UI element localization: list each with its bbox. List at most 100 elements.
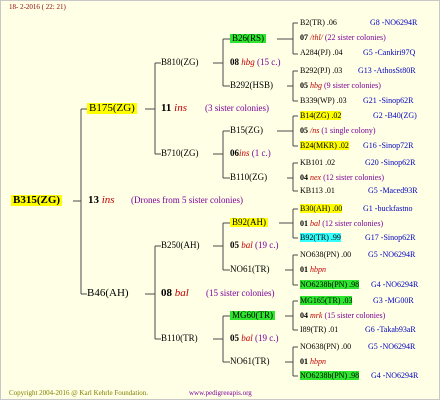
g4-queen[interactable]: B24(MKR) .02 — [300, 141, 349, 150]
g4-queen[interactable]: B292(PJ) .03 — [300, 66, 342, 75]
g2-ins-3: bal — [241, 240, 253, 250]
g1-queen-1[interactable]: B175(ZG) — [87, 103, 137, 114]
g2-queen-3[interactable]: B250(AH) — [161, 241, 200, 250]
g4-lineage-1: G8 -NO6294R — [370, 18, 418, 27]
g1-queen-2[interactable]: B46(AH) — [87, 288, 129, 299]
g3-queen-7[interactable]: MG60(TR) — [230, 311, 275, 320]
g4-row-6: B339(WP) .03 — [300, 97, 347, 105]
g3-queen-3[interactable]: B15(ZG) — [230, 126, 263, 135]
g4-count: 04 — [300, 173, 308, 182]
g4-row-17: 01 hbpn — [300, 266, 326, 274]
g4-queen[interactable]: B2(TR) .06 — [300, 18, 337, 27]
g4-note: (22 sister colonies) — [324, 33, 386, 42]
g1-count-2: 08 — [161, 287, 172, 299]
g3-queen-2[interactable]: B292(HSB) — [230, 81, 273, 90]
g4-queen[interactable]: KB113 .01 — [300, 186, 335, 195]
g4-row-23: 01 hbpn — [300, 358, 326, 366]
g4-note: (15 sister colonies) — [324, 311, 386, 320]
footer-url[interactable]: www.pedigreeapis.org — [189, 390, 252, 397]
g4-note: (1 single colony) — [321, 126, 376, 135]
g4-ins: bal — [310, 219, 321, 228]
g4-count: 05 — [300, 126, 308, 135]
g4-ins: mrk — [310, 311, 323, 320]
g1-count-1: 11 — [161, 102, 172, 114]
g2-queen-1[interactable]: B810(ZG) — [161, 58, 199, 67]
root-queen[interactable]: B315(ZG) — [11, 195, 63, 206]
g4-row-9: B24(MKR) .02 — [300, 141, 349, 150]
g4-queen[interactable]: I89(TR) .01 — [300, 325, 338, 334]
g2-count-1: 08 — [230, 57, 239, 67]
g4-queen[interactable]: NO6238b(PN) .98 — [300, 371, 360, 380]
g2-count-2: 06 — [230, 148, 239, 158]
g4-lineage-13: G1 -buckfastno — [363, 204, 413, 213]
g1-ins-2: bal — [174, 287, 189, 299]
g4-queen[interactable]: KB101 .02 — [300, 158, 335, 167]
g2-queen-2[interactable]: B710(ZG) — [161, 149, 199, 158]
g4-lineage-18: G4 -NO6294R — [371, 280, 419, 289]
g4-row-15: B92(TR) .99 — [300, 233, 341, 242]
g2-info-4: 05 bal (19 c.) — [230, 334, 279, 343]
g4-ins: hbpn — [310, 265, 326, 274]
g3-queen-6[interactable]: NO61(TR) — [230, 265, 270, 274]
g4-count: 05 — [300, 81, 308, 90]
g4-row-14: 01 bal (12 sister colonies) — [300, 220, 383, 228]
g4-queen[interactable]: NO638(PN) .00 — [300, 250, 351, 259]
g2-ins-2: ins — [239, 148, 250, 158]
g3-queen-4[interactable]: B110(ZG) — [230, 173, 267, 182]
g4-lineage-3: G5 -Cankiri97Q — [363, 48, 416, 57]
g4-lineage-16: G5 -NO6294R — [368, 250, 416, 259]
g2-note-3: (19 c.) — [255, 240, 279, 250]
g4-queen[interactable]: MG165(TR) .03 — [300, 296, 353, 305]
g4-note: (9 sister colonies) — [324, 81, 381, 90]
g3-queen-5[interactable]: B92(AH) — [230, 218, 268, 227]
g2-count-4: 05 — [230, 333, 239, 343]
g4-queen[interactable]: B14(ZG) .02 — [300, 111, 342, 120]
g3-queen-1[interactable]: B26(RS) — [230, 34, 267, 43]
g1-note-1: (3 sister colonies) — [205, 103, 269, 113]
g4-ins: hbpn — [310, 357, 326, 366]
root-count: 13 — [88, 194, 99, 206]
g4-row-12: KB113 .01 — [300, 187, 335, 195]
g2-ins-4: bal — [241, 333, 253, 343]
g4-lineage-24: G4 -NO6294R — [371, 371, 419, 380]
g2-info-3: 05 bal (19 c.) — [230, 241, 279, 250]
g4-lineage-9: G16 -Sinop72R — [363, 141, 414, 150]
root-drone-info: 13 ins — [88, 195, 115, 206]
g4-row-4: B292(PJ) .03 — [300, 67, 342, 75]
g4-lineage-6: G21 -Sinop62R — [363, 96, 414, 105]
g4-ins: /ns — [310, 126, 320, 135]
g4-note: (12 sister colonies) — [323, 173, 384, 182]
g1-info-2: 08 bal — [161, 288, 189, 299]
g4-count: 01 — [300, 357, 308, 366]
g4-lineage-22: G5 -NO6294R — [368, 342, 416, 351]
g4-row-19: MG165(TR) .03 — [300, 296, 353, 305]
g1-note-2: (15 sister colonies) — [206, 288, 275, 298]
g3-queen-8[interactable]: NO61(TR) — [230, 357, 270, 366]
g4-queen[interactable]: B339(WP) .03 — [300, 96, 347, 105]
g4-row-7: B14(ZG) .02 — [300, 111, 342, 120]
g4-row-8: 05 /ns (1 single colony) — [300, 127, 376, 135]
g4-row-18: NO6238b(PN) .98 — [300, 280, 360, 289]
g2-note-4: (19 c.) — [255, 333, 279, 343]
g4-lineage-15: G17 -Sinop62R — [365, 233, 416, 242]
g4-row-21: I89(TR) .01 — [300, 326, 338, 334]
root-note: (Drones from 5 sister colonies) — [131, 195, 243, 205]
g4-row-11: 04 nex (12 sister colonies) — [300, 174, 384, 182]
g4-row-10: KB101 .02 — [300, 159, 335, 167]
g2-queen-4[interactable]: B110(TR) — [161, 334, 198, 343]
g4-queen[interactable]: A284(PJ) .04 — [300, 48, 343, 57]
g4-queen[interactable]: B92(TR) .99 — [300, 233, 341, 242]
g2-count-3: 05 — [230, 240, 239, 250]
g4-lineage-21: G6 -Takab93aR — [365, 325, 416, 334]
g4-lineage-7: G2 -B40(ZG) — [373, 111, 417, 120]
g2-note-2: (1 c.) — [251, 148, 271, 158]
g4-queen[interactable]: B30(AH) .00 — [300, 204, 343, 213]
g4-count: 04 — [300, 311, 308, 320]
g4-queen[interactable]: NO6238b(PN) .98 — [300, 280, 360, 289]
g4-row-2: 07 /thl/ (22 sister colonies) — [300, 34, 386, 42]
g4-ins: nex — [310, 173, 322, 182]
g4-count: 01 — [300, 219, 308, 228]
g4-row-5: 05 hbg (9 sister colonies) — [300, 82, 381, 90]
g4-row-24: NO6238b(PN) .98 — [300, 371, 360, 380]
g4-queen[interactable]: NO638(PN) .00 — [300, 342, 351, 351]
